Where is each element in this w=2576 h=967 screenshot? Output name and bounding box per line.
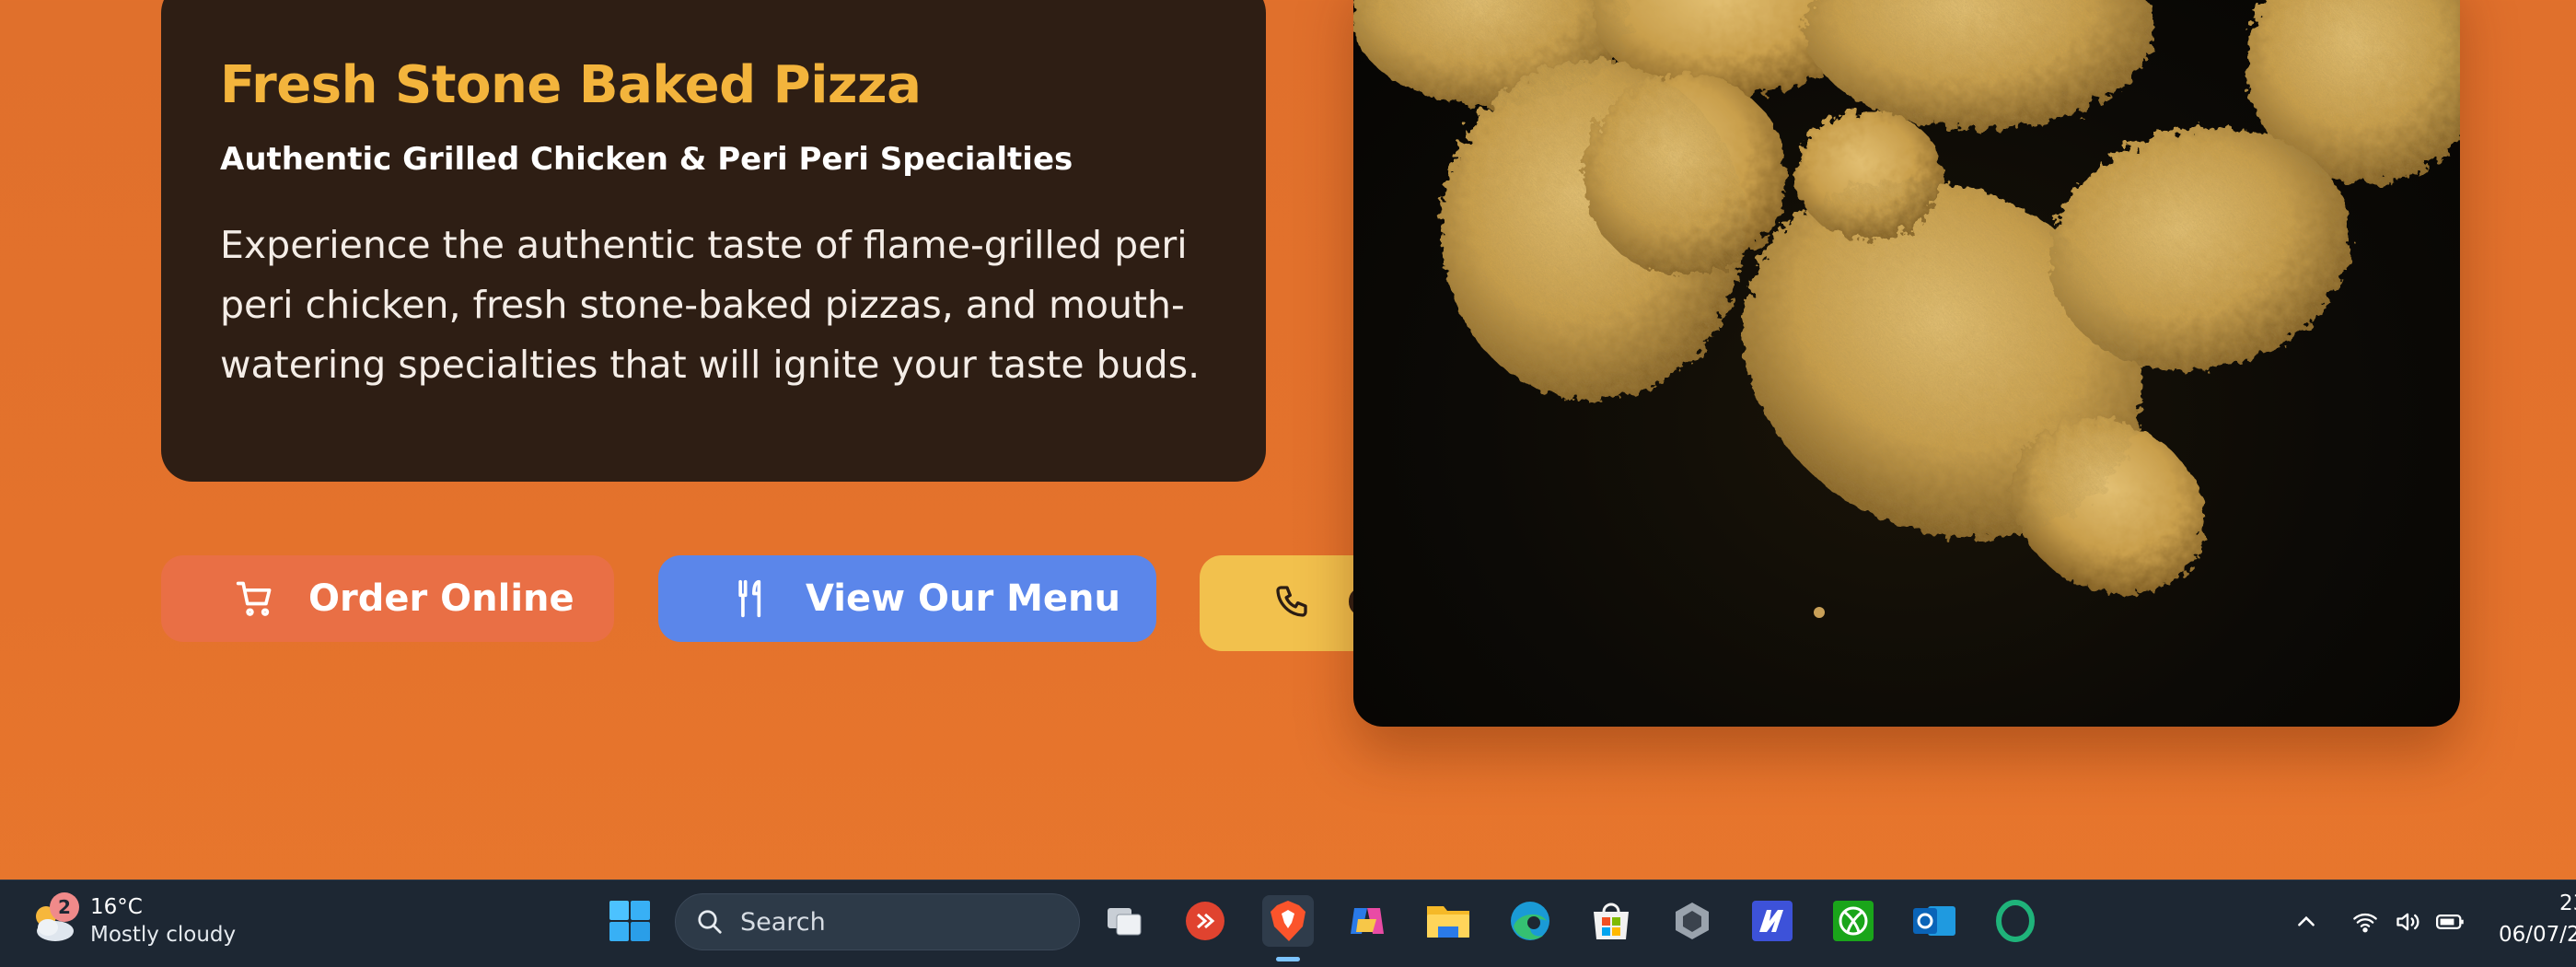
view-menu-label: View Our Menu xyxy=(806,577,1120,620)
xbox-icon[interactable] xyxy=(1828,895,1879,947)
clock-time: 23 xyxy=(2559,891,2576,915)
start-button[interactable] xyxy=(608,899,652,943)
anydesk-icon[interactable] xyxy=(1179,895,1231,947)
search-placeholder: Search xyxy=(740,907,826,937)
system-clock[interactable]: 23 06/07/2 xyxy=(2486,888,2576,950)
view-menu-button[interactable]: View Our Menu xyxy=(658,555,1156,642)
taskbar-search[interactable]: Search xyxy=(675,893,1080,950)
chevron-up-icon[interactable] xyxy=(2292,907,2321,937)
fried-chicken-image xyxy=(1353,0,2460,727)
order-online-button[interactable]: Order Online xyxy=(161,555,614,642)
hero-card: Fresh Stone Baked Pizza Authentic Grille… xyxy=(161,0,1266,482)
search-icon xyxy=(698,910,722,934)
task-view-icon[interactable] xyxy=(1098,895,1150,947)
brave-browser-icon[interactable] xyxy=(1262,895,1314,947)
hero-title: Fresh Stone Baked Pizza xyxy=(220,55,922,115)
copilot-icon[interactable] xyxy=(1341,895,1393,947)
active-app-indicator xyxy=(1276,957,1300,961)
app-m-icon[interactable] xyxy=(1746,895,1798,947)
outlook-icon[interactable] xyxy=(1909,895,1960,947)
cart-icon xyxy=(235,578,275,619)
weather-temperature: 16°C xyxy=(90,895,143,919)
wifi-icon[interactable] xyxy=(2350,907,2380,937)
edge-browser-icon[interactable] xyxy=(1504,895,1556,947)
notification-badge: 2 xyxy=(50,892,79,922)
clock-date: 06/07/2 xyxy=(2499,923,2576,947)
fried-chicken-illustration xyxy=(1353,0,2460,618)
file-explorer-icon[interactable] xyxy=(1422,895,1474,947)
unity-hub-icon[interactable] xyxy=(1666,895,1718,947)
windows-icon xyxy=(609,901,650,941)
order-online-label: Order Online xyxy=(308,577,574,620)
hero-subtitle: Authentic Grilled Chicken & Peri Peri Sp… xyxy=(220,141,1073,178)
weather-description: Mostly cloudy xyxy=(90,923,237,947)
hero-description: Experience the authentic taste of flame-… xyxy=(220,223,1201,387)
web-page: Fresh Stone Baked Pizza Authentic Grille… xyxy=(0,0,2576,880)
cloudy-weather-icon: 2 xyxy=(28,892,81,948)
battery-icon[interactable] xyxy=(2436,907,2466,937)
opera-gx-icon[interactable] xyxy=(1990,895,2041,947)
weather-widget[interactable]: 2 16°C Mostly cloudy xyxy=(28,892,237,949)
phone-icon xyxy=(1273,583,1314,623)
microsoft-store-icon[interactable] xyxy=(1585,895,1637,947)
utensils-icon xyxy=(732,578,772,619)
volume-icon[interactable] xyxy=(2393,907,2422,937)
